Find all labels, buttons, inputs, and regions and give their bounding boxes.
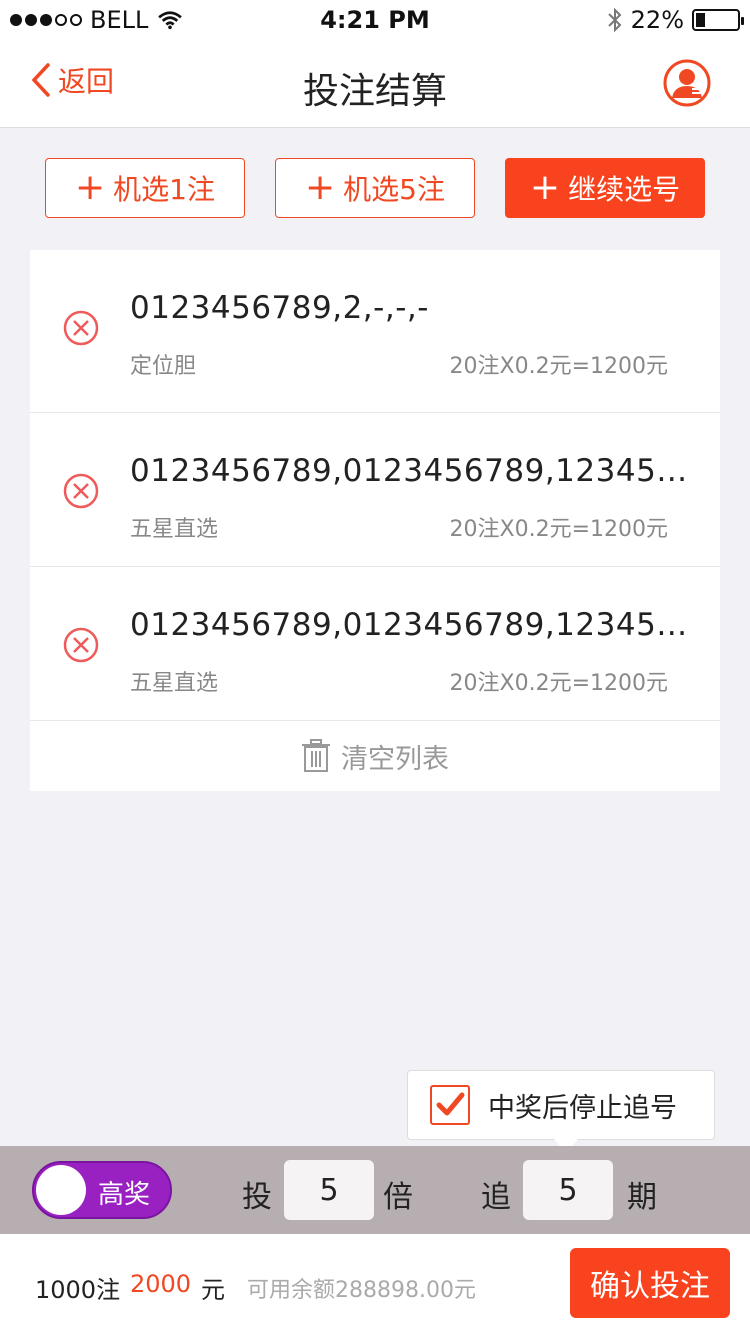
page-title: 投注结算 — [302, 71, 447, 112]
high-prize-toggle[interactable]: 高奖 — [32, 1161, 172, 1219]
footer: 1000注 2000 元 可用余额288898.00元 确认投注 — [0, 1234, 750, 1334]
multiply-prefix: 投 — [242, 1180, 272, 1215]
continue-select-button[interactable]: + 继续选号 — [505, 158, 705, 218]
available-balance: 可用余额288898.00元 — [247, 1278, 476, 1303]
battery-icon — [692, 9, 744, 31]
bet-type: 定位胆 — [130, 354, 197, 379]
bet-item: 0123456789,0123456789,12345… 五星直选 20注X0.… — [30, 567, 720, 721]
multiply-suffix: 倍 — [383, 1180, 413, 1215]
battery-percent: 22% — [630, 6, 684, 34]
plus-icon: + — [75, 167, 106, 208]
chase-prefix: 追 — [481, 1180, 511, 1215]
bet-numbers: 0123456789,0123456789,12345… — [130, 607, 688, 643]
bet-amount: 20注X0.2元=1200元 — [449, 354, 668, 379]
random-1-label: 机选1注 — [113, 173, 215, 206]
battery-fill — [696, 13, 705, 27]
remove-icon[interactable] — [63, 473, 99, 509]
chase-input[interactable]: 5 — [523, 1160, 613, 1220]
plus-icon: + — [529, 167, 561, 208]
status-bar: BELL 4:21 PM 22% — [0, 0, 750, 40]
trash-icon — [302, 739, 330, 772]
user-icon[interactable] — [662, 58, 712, 108]
random-5-button[interactable]: + 机选5注 — [275, 158, 475, 218]
clear-list-label: 清空列表 — [341, 743, 449, 775]
action-row: + 机选1注 + 机选5注 + 继续选号 — [45, 158, 705, 218]
bet-item: 0123456789,0123456789,12345… 五星直选 20注X0.… — [30, 413, 720, 567]
bluetooth-icon — [607, 8, 622, 32]
bet-count: 1000注 — [35, 1276, 121, 1304]
stop-on-win-label: 中奖后停止追号 — [488, 1092, 677, 1124]
bet-total-unit: 元 — [201, 1276, 225, 1304]
bet-amount: 20注X0.2元=1200元 — [449, 671, 668, 696]
toggle-label: 高奖 — [98, 1180, 151, 1210]
toggle-knob — [36, 1165, 86, 1215]
bet-total: 2000 — [130, 1270, 192, 1298]
bet-item: 0123456789,2,-,-,- 定位胆 20注X0.2元=1200元 — [30, 250, 720, 413]
remove-icon[interactable] — [63, 627, 99, 663]
nav-bar: 返回 投注结算 — [0, 40, 750, 128]
continue-select-label: 继续选号 — [568, 173, 681, 206]
bet-type: 五星直选 — [130, 517, 219, 542]
bet-list: 0123456789,2,-,-,- 定位胆 20注X0.2元=1200元 01… — [30, 250, 720, 791]
control-bar: 高奖 投 5 倍 追 5 期 — [0, 1146, 750, 1234]
stop-on-win-option[interactable]: 中奖后停止追号 — [407, 1070, 715, 1153]
bet-type: 五星直选 — [130, 671, 219, 696]
bet-numbers: 0123456789,2,-,-,- — [130, 290, 429, 326]
bet-numbers: 0123456789,0123456789,12345… — [130, 453, 688, 489]
stop-on-win-checkbox[interactable] — [430, 1085, 470, 1125]
checkmark-icon — [436, 1092, 465, 1116]
random-1-button[interactable]: + 机选1注 — [45, 158, 245, 218]
clear-list-button[interactable]: 清空列表 — [30, 721, 720, 791]
remove-icon[interactable] — [63, 310, 99, 346]
plus-icon: + — [305, 167, 336, 208]
multiply-input[interactable]: 5 — [284, 1160, 374, 1220]
confirm-bet-button[interactable]: 确认投注 — [570, 1248, 730, 1318]
random-5-label: 机选5注 — [343, 173, 445, 206]
status-right: 22% — [607, 6, 744, 34]
chase-suffix: 期 — [627, 1180, 657, 1215]
bet-amount: 20注X0.2元=1200元 — [449, 517, 668, 542]
